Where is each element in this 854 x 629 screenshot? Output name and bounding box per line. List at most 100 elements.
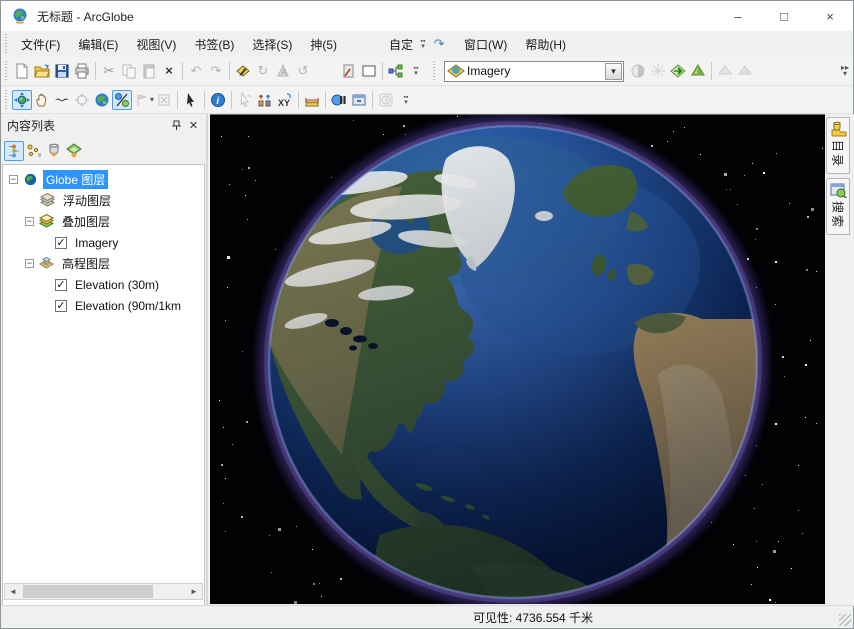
menu-file[interactable]: 文件(F)	[12, 32, 69, 57]
list-by-selection-icon[interactable]	[64, 141, 84, 161]
menu-window[interactable]: 窗口(W)	[455, 32, 516, 57]
delete-icon[interactable]: ×	[159, 61, 179, 81]
add-data-icon[interactable]	[233, 61, 253, 81]
go-to-xy-icon[interactable]: XY	[275, 90, 295, 110]
toolbar-overflow-icon[interactable]: ▪▪▾	[415, 36, 431, 52]
fly-tool-icon[interactable]	[52, 90, 72, 110]
elevation-30m-checkbox[interactable]	[55, 279, 67, 291]
navigate-tool-icon[interactable]	[12, 90, 32, 110]
tree-label-imagery[interactable]: Imagery	[72, 235, 121, 251]
layer-combo[interactable]: Imagery ▼	[444, 61, 624, 82]
imagery-toolbar-grip[interactable]	[432, 61, 437, 81]
layout-view-icon[interactable]	[359, 61, 379, 81]
list-by-source-icon[interactable]	[24, 141, 44, 161]
menu-bookmarks[interactable]: 书签(B)	[185, 32, 243, 57]
toc-horizontal-scrollbar[interactable]: ◄ ►	[4, 583, 203, 600]
pyramid-next-icon[interactable]	[735, 61, 755, 81]
list-by-visibility-icon[interactable]	[44, 141, 64, 161]
menu-customize[interactable]: 自定	[380, 32, 415, 57]
new-document-icon[interactable]	[12, 61, 32, 81]
contrast-icon[interactable]	[628, 61, 648, 81]
menubar-grip[interactable]	[4, 34, 9, 54]
flicker-layer-icon[interactable]	[688, 61, 708, 81]
tree-label-elevation-90m[interactable]: Elevation (90m/1km	[72, 298, 184, 314]
full-extent-icon[interactable]	[92, 90, 112, 110]
list-by-drawing-order-icon[interactable]	[4, 141, 24, 161]
tree-expander-icon[interactable]	[9, 175, 18, 184]
animation-clock-icon[interactable]	[376, 90, 396, 110]
label-tool-icon[interactable]: A	[273, 61, 293, 81]
find-icon[interactable]	[255, 90, 275, 110]
search-tab[interactable]: 搜索	[826, 178, 850, 235]
navigation-toolbar-grip[interactable]	[4, 90, 9, 110]
scroll-right-icon[interactable]: ►	[186, 584, 202, 599]
viewer-manager-icon[interactable]	[349, 90, 369, 110]
print-icon[interactable]	[72, 61, 92, 81]
maximize-button[interactable]: □	[761, 1, 807, 31]
globe-viewport[interactable]	[210, 114, 825, 604]
tree-label-globe-layers[interactable]: Globe 图层	[43, 170, 108, 189]
brightness-icon[interactable]	[648, 61, 668, 81]
row2-overflow-icon[interactable]: ▪▪▾	[396, 90, 416, 110]
scrollbar-thumb[interactable]	[23, 585, 153, 598]
open-folder-icon[interactable]	[32, 61, 52, 81]
html-popup-icon[interactable]	[235, 90, 255, 110]
swipe-layer-icon[interactable]	[668, 61, 688, 81]
measure-icon[interactable]	[302, 90, 322, 110]
tree-label-floating-layers[interactable]: 浮动图层	[60, 191, 114, 210]
cut-icon[interactable]: ✂	[99, 61, 119, 81]
page-view-icon[interactable]	[339, 61, 359, 81]
tree-item-elevation-layers[interactable]: 高程图层	[3, 253, 204, 274]
toolbar-options-icon[interactable]: ▪▪▾	[406, 61, 426, 81]
identify-icon[interactable]: i	[208, 90, 228, 110]
imagery-checkbox[interactable]	[55, 237, 67, 249]
row1-overflow-icon[interactable]: ▸▸▾	[839, 65, 853, 77]
pyramid-prev-icon[interactable]	[715, 61, 735, 81]
save-icon[interactable]	[52, 61, 72, 81]
menu-selection[interactable]: 选择(S)	[243, 32, 301, 57]
pin-icon[interactable]	[168, 117, 185, 134]
standard-toolbar-grip[interactable]	[4, 61, 9, 81]
zoom-target-icon[interactable]	[154, 90, 174, 110]
earth-globe[interactable]	[210, 115, 825, 604]
tree-item-imagery[interactable]: Imagery	[3, 232, 204, 253]
model-builder-icon[interactable]	[386, 61, 406, 81]
tree-label-elevation-30m[interactable]: Elevation (30m)	[72, 277, 162, 293]
copy-icon[interactable]	[119, 61, 139, 81]
close-button[interactable]: ×	[807, 1, 853, 31]
navigation-mode-icon[interactable]	[112, 90, 132, 110]
toc-header[interactable]: 内容列表 ✕	[1, 114, 206, 137]
scroll-left-icon[interactable]: ◄	[5, 584, 21, 599]
menu-view[interactable]: 视图(V)	[127, 32, 185, 57]
redo-icon[interactable]: ↷	[206, 61, 226, 81]
tree-label-draped-layers[interactable]: 叠加图层	[59, 212, 113, 231]
center-target-icon[interactable]	[72, 90, 92, 110]
rotate-cw-icon[interactable]: ↻	[253, 61, 273, 81]
catalog-tab[interactable]: 目录	[826, 117, 850, 174]
tree-label-elevation-layers[interactable]: 高程图层	[59, 254, 113, 273]
paste-icon[interactable]	[139, 61, 159, 81]
titlebar[interactable]: 无标题 - ArcGlobe – □ ×	[1, 1, 853, 31]
elevation-90m-checkbox[interactable]	[55, 300, 67, 312]
tree-item-globe-layers[interactable]: Globe 图层	[3, 169, 204, 190]
select-features-icon[interactable]	[181, 90, 201, 110]
resize-grip[interactable]	[839, 614, 851, 626]
toc-close-icon[interactable]: ✕	[185, 117, 202, 134]
tree-item-elevation-30m[interactable]: Elevation (30m)	[3, 274, 204, 295]
pan-tool-icon[interactable]	[32, 90, 52, 110]
menu-help[interactable]: 帮助(H)	[516, 32, 575, 57]
menu-geoprocessing[interactable]: 抻(5)	[301, 32, 346, 57]
undo-icon[interactable]: ↶	[186, 61, 206, 81]
tree-item-draped-layers[interactable]: 叠加图层	[3, 211, 204, 232]
minimize-button[interactable]: –	[715, 1, 761, 31]
hyperlink-flag-icon[interactable]	[132, 90, 152, 110]
rotate-ccw-icon[interactable]: ↺	[293, 61, 313, 81]
tree-expander-icon[interactable]	[25, 217, 34, 226]
tree-item-floating-layers[interactable]: 浮动图层	[3, 190, 204, 211]
tree-item-elevation-90m[interactable]: Elevation (90m/1km	[3, 295, 204, 316]
redo-curve-icon[interactable]: ↷	[431, 36, 447, 52]
layer-combo-dropdown[interactable]: ▼	[605, 63, 622, 80]
tree-expander-icon[interactable]	[25, 259, 34, 268]
viewer-window-icon[interactable]	[329, 90, 349, 110]
menu-edit[interactable]: 编辑(E)	[69, 32, 127, 57]
